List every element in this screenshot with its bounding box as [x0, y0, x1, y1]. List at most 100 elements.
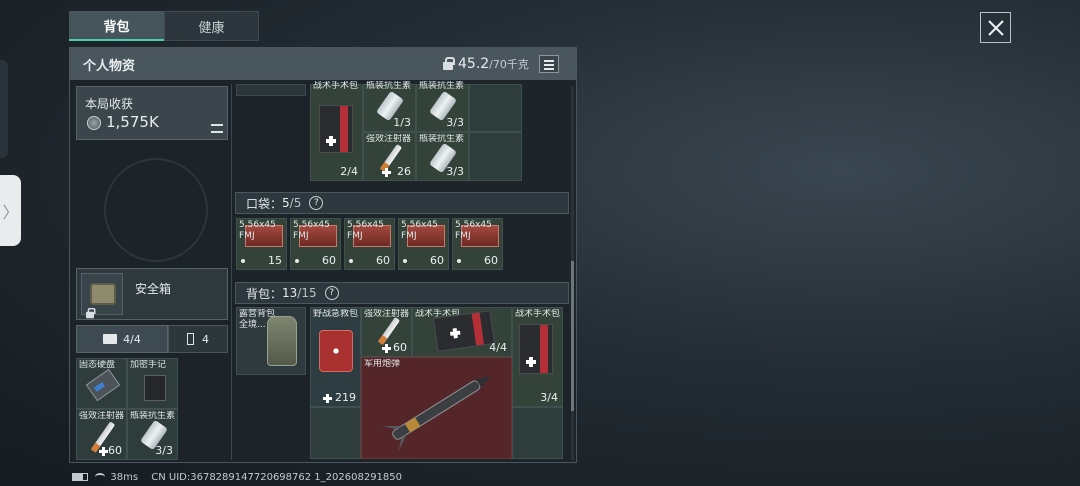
expand-handle[interactable]: 〉: [0, 175, 21, 246]
tab-health[interactable]: 健康: [164, 11, 259, 41]
item-name: 5.56x45 FMJ: [401, 220, 438, 241]
sub-tab-items-label: 4/4: [123, 332, 141, 346]
empty-slot[interactable]: [512, 407, 563, 459]
income-box[interactable]: 本局收获 1,575K: [76, 86, 228, 140]
item-name: 强效注射器: [366, 134, 412, 144]
safe-box-label: 安全箱: [135, 282, 172, 296]
item-name: 强效注射器: [79, 411, 125, 421]
backpack-icon: [267, 316, 297, 366]
battery-icon: [72, 473, 88, 481]
item-count: 60: [393, 341, 407, 354]
battery-icon: [187, 333, 194, 345]
lock-icon: [86, 307, 96, 319]
close-button[interactable]: [980, 12, 1011, 43]
backpack-equipped-slot[interactable]: 露营背包 全境...: [236, 307, 306, 375]
top-item-surgery[interactable]: 战术手术包 2/4: [310, 81, 363, 181]
pocket-count: 5: [282, 196, 290, 210]
plus-icon: [323, 394, 332, 403]
safe-box-slot[interactable]: 安全箱: [76, 268, 228, 320]
panel-header: 个人物资 45.2/70千克: [70, 48, 576, 80]
top-item-injector[interactable]: 强效注射器 26: [363, 132, 416, 181]
item-count: 60: [108, 444, 122, 457]
safe-item-injector[interactable]: 强效注射器 60: [76, 409, 127, 460]
plus-icon: [382, 168, 391, 177]
pocket-item[interactable]: 5.56x45 FMJ 60: [344, 218, 395, 270]
item-count: 2/4: [340, 165, 358, 178]
emblem-watermark: [104, 158, 208, 262]
item-count: 3/4: [540, 391, 558, 404]
empty-slot[interactable]: [469, 84, 522, 132]
toolbox-icon: [103, 334, 118, 344]
ammo-dot-icon: [403, 259, 407, 263]
item-name: 瓶装抗生素: [419, 81, 465, 91]
item-count: 60: [484, 254, 498, 267]
income-label: 本局收获: [85, 97, 134, 111]
panel-title: 个人物资: [83, 58, 136, 74]
backpack-item-surgery[interactable]: 战术手术包 3/4: [512, 307, 563, 407]
backpack-label: 背包：: [246, 286, 283, 301]
empty-slot[interactable]: [310, 407, 361, 459]
ping-text: 38ms: [110, 472, 139, 483]
safe-item-antibiotic[interactable]: 瓶装抗生素 3/3: [127, 409, 178, 460]
coin-icon: [87, 116, 101, 130]
tab-backpack[interactable]: 背包: [69, 11, 164, 41]
scrollbar[interactable]: [571, 86, 574, 460]
pocket-max: /5: [289, 196, 302, 210]
item-count: 60: [376, 254, 390, 267]
item-name: 瓶装抗生素: [419, 134, 465, 144]
firstaid-kit-icon: [319, 330, 353, 372]
safe-item-ssd[interactable]: 固态硬盘: [76, 358, 127, 409]
ammo-dot-icon: [295, 259, 299, 263]
sub-tab-bar: 4/4 4: [76, 325, 228, 353]
pocket-item[interactable]: 5.56x45 FMJ 60: [290, 218, 341, 270]
item-count: 4/4: [489, 341, 507, 354]
top-item-antibiotic-c[interactable]: 瓶装抗生素 3/3: [416, 132, 469, 181]
sub-tab-items[interactable]: 4/4: [76, 325, 168, 353]
item-name: 强效注射器: [364, 309, 410, 319]
item-name: 5.56x45 FMJ: [239, 220, 276, 241]
uid-text: CN UID:3678289147720698762 1_20260829185…: [151, 472, 403, 483]
pocket-label: 口袋：: [246, 196, 283, 211]
item-name: 战术手术包: [515, 309, 561, 319]
item-count: 3/3: [155, 444, 173, 457]
surgery-kit-icon: [319, 105, 353, 153]
backpack-item-missile[interactable]: 军用炮弹: [361, 357, 512, 459]
backpack-max: /15: [297, 286, 317, 300]
backpack-count: 13: [282, 286, 298, 300]
chevron-right-icon: 〉: [2, 202, 19, 222]
top-item-antibiotic-b[interactable]: 瓶装抗生素 3/3: [416, 81, 469, 132]
pocket-item[interactable]: 5.56x45 FMJ 60: [398, 218, 449, 270]
close-icon: [987, 19, 1004, 36]
side-handle[interactable]: [0, 60, 8, 158]
wifi-icon: [95, 473, 106, 481]
backpack-item-firstaid[interactable]: 野战急救包 219: [310, 307, 361, 407]
column-divider: [231, 84, 232, 460]
help-icon[interactable]: ?: [309, 196, 324, 210]
sub-tab-other[interactable]: 4: [168, 325, 228, 353]
backpack-header: 背包： 13/15 ?: [235, 282, 569, 304]
weight-max: /70千克: [489, 58, 529, 71]
top-item-antibiotic-a[interactable]: 瓶装抗生素 1/3: [363, 81, 416, 132]
list-icon[interactable]: [211, 124, 223, 133]
item-count: 1/3: [393, 116, 411, 129]
item-name: 5.56x45 FMJ: [455, 220, 492, 241]
inventory-panel: 个人物资 45.2/70千克 本局收获 1,575K 安全箱 4/4 4 固态硬…: [69, 47, 577, 463]
backpack-item-surgery[interactable]: 战术手术包 4/4: [412, 307, 512, 357]
notebook-icon: [144, 375, 166, 401]
list-icon[interactable]: [539, 55, 559, 73]
backpack-item-injector[interactable]: 强效注射器 60: [361, 307, 412, 357]
empty-slot[interactable]: [469, 132, 522, 181]
pocket-item[interactable]: 5.56x45 FMJ 15: [236, 218, 287, 270]
weight-readout: 45.2/70千克: [458, 56, 529, 72]
plus-icon: [382, 344, 391, 353]
item-count: 219: [335, 391, 356, 404]
item-count: 3/3: [446, 116, 464, 129]
help-icon[interactable]: ?: [324, 286, 339, 300]
pocket-item[interactable]: 5.56x45 FMJ 60: [452, 218, 503, 270]
item-count: 3/3: [446, 165, 464, 178]
status-bar: 38ms CN UID:3678289147720698762 1_202608…: [72, 472, 402, 483]
item-name: 5.56x45 FMJ: [347, 220, 384, 241]
safe-item-notebook[interactable]: 加密手记: [127, 358, 178, 409]
income-value: 1,575K: [106, 113, 159, 131]
item-name: 加密手记: [130, 360, 167, 370]
